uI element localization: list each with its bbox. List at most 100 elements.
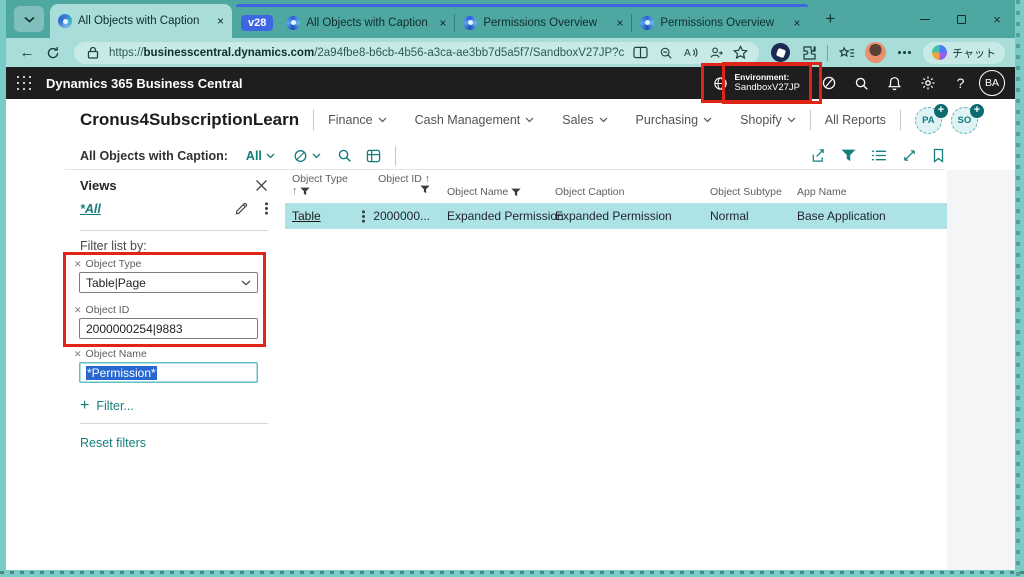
view-all-link[interactable]: *All (80, 202, 101, 216)
back-button[interactable]: ← (14, 41, 40, 65)
nav-all-reports[interactable]: All Reports (825, 113, 886, 127)
filter-object-id-label[interactable]: ✕Object ID (74, 304, 129, 316)
nav-shopify[interactable]: Shopify (740, 113, 796, 127)
tab-permissions-overview-1[interactable]: Permissions Overview × (455, 7, 631, 38)
clear-filter-icon[interactable]: ✕ (74, 306, 82, 315)
filter-object-type-label[interactable]: ✕Object Type (74, 258, 141, 270)
reset-filters-link[interactable]: Reset filters (80, 436, 146, 450)
overlay-badge-so[interactable]: SO+ (951, 107, 978, 134)
scope-selector[interactable]: All (246, 149, 275, 163)
chevron-down-icon (599, 117, 608, 123)
column-header-object-subtype[interactable]: Object Subtype (710, 186, 782, 198)
top-navigation: Finance Cash Management Sales Purchasing… (328, 113, 796, 127)
close-icon[interactable]: × (439, 17, 446, 29)
chevron-down-icon (24, 16, 35, 23)
company-name[interactable]: Cronus4SubscriptionLearn (80, 110, 299, 130)
column-header-object-id[interactable]: Object ID ↑ (358, 173, 430, 194)
read-aloud-icon[interactable]: A (682, 44, 699, 61)
browser-toolbar: ← https://businesscentral.dynamics.com/2… (6, 38, 1015, 67)
sphere-menu-button[interactable] (293, 148, 321, 164)
search-icon[interactable] (337, 148, 352, 163)
column-header-app-name[interactable]: App Name (797, 186, 847, 198)
filter-object-name-label[interactable]: ✕Object Name (74, 348, 147, 360)
close-window-button[interactable]: × (979, 4, 1015, 34)
divider (313, 110, 314, 130)
header-copilot-button[interactable] (812, 67, 845, 99)
views-pane-header: Views (80, 178, 268, 193)
chevron-down-icon (378, 117, 387, 123)
divider (810, 110, 811, 130)
close-icon[interactable] (255, 179, 268, 192)
split-screen-icon[interactable] (632, 44, 649, 61)
nav-sales[interactable]: Sales (562, 113, 607, 127)
browser-profile-avatar[interactable] (865, 42, 886, 63)
cell-object-name: Expanded Permission (447, 203, 564, 229)
tab-group-badge[interactable]: v28 (241, 15, 273, 31)
analysis-grid-icon[interactable] (366, 149, 381, 163)
object-type-link[interactable]: Table (292, 209, 321, 223)
zoom-out-icon[interactable] (657, 44, 674, 61)
maximize-button[interactable] (943, 4, 979, 34)
extensions-puzzle-icon[interactable] (800, 44, 817, 61)
column-header-object-caption[interactable]: Object Caption (555, 186, 624, 198)
tab-search-button[interactable] (14, 6, 44, 32)
url-text[interactable]: https://businesscentral.dynamics.com/2a9… (109, 47, 624, 59)
page-margin (947, 170, 1015, 570)
more-options-icon[interactable] (896, 44, 913, 61)
filter-object-name-input[interactable]: *Permission* (79, 362, 258, 383)
environment-badge[interactable]: Environment: SandboxV27JP (701, 63, 813, 103)
help-button[interactable]: ? (944, 67, 977, 99)
maximize-icon (957, 15, 966, 24)
tab-all-objects-2[interactable]: All Objects with Caption × (278, 7, 454, 38)
tab-permissions-overview-2[interactable]: Permissions Overview × (632, 7, 808, 38)
column-header-object-name[interactable]: Object Name (447, 186, 521, 198)
refresh-button[interactable] (40, 41, 66, 65)
add-filter-button[interactable]: + Filter... (80, 398, 134, 414)
nav-finance[interactable]: Finance (328, 113, 386, 127)
close-icon[interactable]: × (217, 15, 224, 27)
profile-icon[interactable] (707, 44, 724, 61)
fullscreen-icon[interactable] (902, 148, 917, 163)
clear-filter-icon[interactable]: ✕ (74, 260, 82, 269)
address-bar[interactable]: https://businesscentral.dynamics.com/2a9… (74, 42, 759, 64)
active-filter-icon[interactable] (841, 149, 856, 162)
list-view-icon[interactable] (871, 149, 887, 162)
filter-object-id-input[interactable]: 2000000254|9883 (79, 318, 258, 339)
app-launcher-button[interactable] (6, 67, 42, 99)
favorite-star-icon[interactable] (732, 44, 749, 61)
share-icon[interactable] (810, 148, 826, 163)
extension-badge-icon[interactable] (771, 43, 790, 62)
tab-label: All Objects with Caption (78, 15, 211, 27)
nav-purchasing[interactable]: Purchasing (636, 113, 713, 127)
notifications-button[interactable] (878, 67, 911, 99)
tab-all-objects-active[interactable]: All Objects with Caption × (50, 4, 232, 38)
table-row[interactable]: Table 2000000... Expanded Permission Exp… (285, 203, 947, 229)
lock-icon (84, 44, 101, 61)
chevron-down-icon (266, 153, 275, 159)
settings-button[interactable] (911, 67, 944, 99)
close-icon[interactable]: × (793, 17, 800, 29)
bookmark-icon[interactable] (932, 148, 945, 163)
overlay-badge-pa[interactable]: PA+ (915, 107, 942, 134)
row-more-vertical-icon[interactable] (362, 215, 365, 218)
filter-object-type-input[interactable]: Table|Page (79, 272, 258, 293)
new-tab-button[interactable]: + (816, 5, 844, 33)
clear-filter-icon[interactable]: ✕ (74, 350, 82, 359)
company-navigation-bar: Cronus4SubscriptionLearn Finance Cash Ma… (6, 99, 1015, 141)
column-header-object-type[interactable]: Object Type ↑ (292, 173, 348, 197)
more-vertical-icon[interactable] (265, 207, 268, 210)
help-icon: ? (957, 75, 965, 91)
chevron-down-icon[interactable] (241, 280, 251, 286)
close-icon[interactable]: × (616, 17, 623, 29)
design-edit-icon[interactable] (234, 201, 249, 216)
favorites-bar-icon[interactable] (838, 44, 855, 61)
close-icon: × (993, 12, 1001, 27)
app-title[interactable]: Dynamics 365 Business Central (46, 76, 243, 91)
search-button[interactable] (845, 67, 878, 99)
user-avatar-initials[interactable]: BA (979, 70, 1005, 96)
filter-funnel-icon (511, 188, 521, 197)
minimize-button[interactable] (907, 4, 943, 34)
nav-cash-management[interactable]: Cash Management (415, 113, 535, 127)
page-main-area: Views *All Filter list by: ✕Object Type … (6, 170, 1015, 570)
copilot-chat-button[interactable]: チャット (923, 42, 1005, 64)
